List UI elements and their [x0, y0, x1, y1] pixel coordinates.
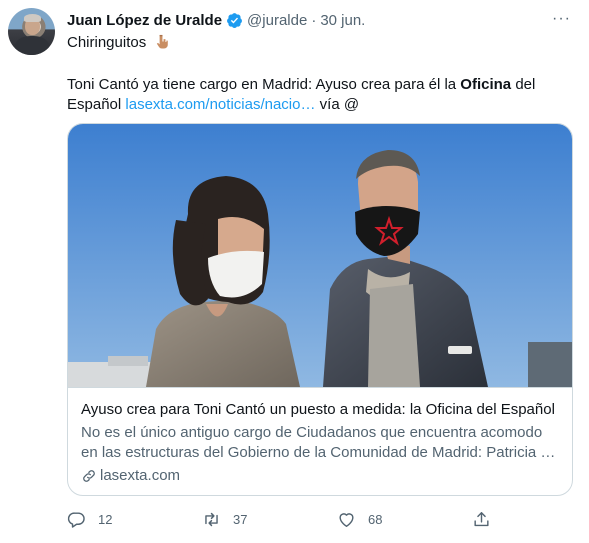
reply-icon [67, 511, 85, 528]
tweet-text-bold: Oficina [460, 76, 512, 93]
link-preview-card[interactable]: Ayuso crea para Toni Cantó un puesto a m… [67, 123, 573, 496]
share-button[interactable] [472, 507, 491, 531]
more-options-icon[interactable]: ··· [552, 10, 571, 28]
card-description: No es el único antiguo cargo de Ciudadan… [81, 424, 556, 461]
like-count: 68 [368, 511, 383, 527]
share-icon [474, 511, 489, 526]
tweet[interactable]: Juan López de Uralde @juralde · 30 jun. … [0, 0, 589, 543]
tweet-actions: 12 37 68 [67, 507, 497, 531]
heart-icon [339, 512, 354, 527]
tweet-date[interactable]: 30 jun. [320, 12, 365, 29]
avatar-body-shape [15, 36, 49, 55]
author-name[interactable]: Juan López de Uralde [67, 12, 222, 29]
avatar-hair-shape [24, 14, 41, 22]
tweet-text-line-3: Español lasexta.com/noticias/nacio… vía … [67, 95, 359, 115]
card-title[interactable]: Ayuso crea para Toni Cantó un puesto a m… [81, 400, 555, 420]
tweet-header: Juan López de Uralde @juralde · 30 jun. [67, 10, 365, 30]
tweet-text-line-1: Chiringuitos [67, 33, 169, 53]
retweet-icon [205, 512, 218, 526]
avatar[interactable] [8, 8, 55, 55]
reply-count: 12 [98, 511, 113, 527]
verified-badge-icon [227, 12, 242, 28]
like-button[interactable]: 68 [337, 507, 382, 531]
retweet-count: 37 [233, 511, 248, 527]
tweet-text-main: Toni Cantó ya tiene cargo en Madrid: Ayu… [67, 76, 457, 93]
tweet-text-espanol: Español [67, 96, 122, 113]
tweet-text-line2-end: del [515, 76, 536, 93]
reply-button[interactable]: 12 [67, 507, 112, 531]
card-image[interactable] [68, 124, 572, 387]
tweet-link[interactable]: lasexta.com/noticias/nacio… [125, 96, 315, 113]
author-handle[interactable]: @juralde [247, 12, 307, 29]
retweet-button[interactable]: 37 [202, 507, 247, 531]
link-icon [83, 470, 95, 482]
card-domain-text: lasexta.com [100, 467, 181, 484]
card-body[interactable]: Ayuso crea para Toni Cantó un puesto a m… [68, 387, 572, 495]
tweet-text-line-2: Toni Cantó ya tiene cargo en Madrid: Ayu… [67, 75, 535, 95]
card-domain[interactable]: lasexta.com [81, 466, 180, 486]
header-separator: · [311, 11, 317, 29]
tweet-text-via: vía @ [319, 96, 360, 113]
tweet-text-chiringuitos: Chiringuitos [67, 34, 147, 51]
backhand-index-pointing-down-emoji [157, 34, 169, 49]
